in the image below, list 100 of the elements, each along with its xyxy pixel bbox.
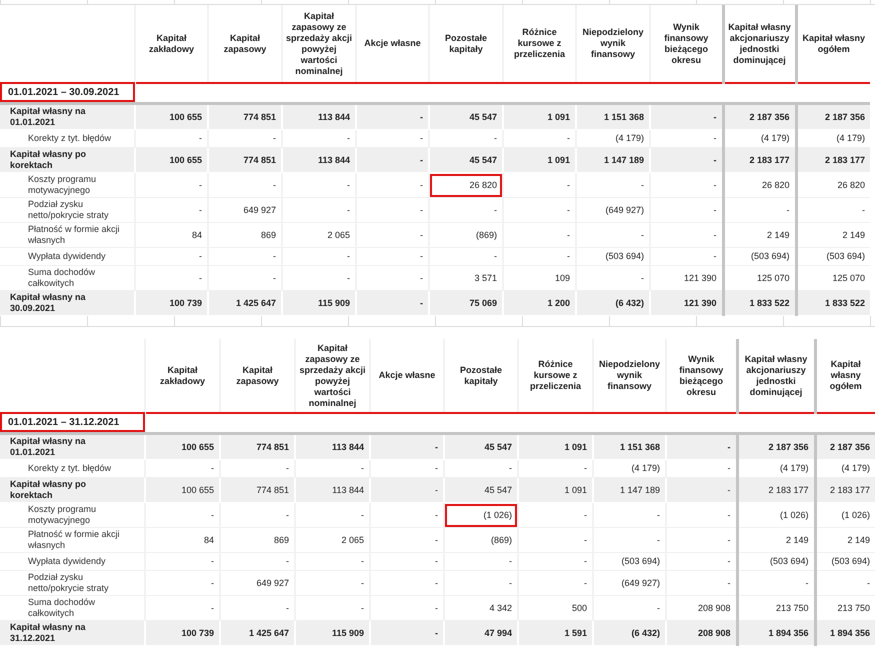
row-label: Wypłata dywidendy — [0, 248, 135, 266]
table-cell: (649 927) — [593, 570, 666, 596]
column-header: Kapitał własny akcjonariuszy jednostki dominującej — [744, 354, 808, 396]
table-cell: 1 425 647 — [220, 620, 295, 646]
table-cell: - — [593, 502, 666, 528]
row-label: Korekty z tyt. błędów — [0, 130, 135, 148]
table-cell: (6 432) — [576, 290, 650, 316]
table-cell: - — [356, 104, 429, 130]
column-header: Różnice kursowe z przeliczenia — [514, 27, 566, 59]
table-cell: 100 655 — [135, 148, 208, 172]
table-cell: 649 927 — [220, 570, 295, 596]
table-cell: - — [666, 502, 737, 528]
table-cell: 1 833 522 — [796, 290, 870, 316]
table-cell: 47 994 — [444, 620, 518, 646]
table-cell: - — [282, 172, 356, 198]
period-label: 01.01.2021 – 30.09.2021 — [0, 82, 135, 102]
table-cell: - — [650, 198, 723, 222]
row-label: Kapitał własny na 31.12.2021 — [0, 620, 145, 646]
table-cell: 2 065 — [295, 528, 370, 552]
row-label: Suma dochodów całkowitych — [0, 266, 135, 290]
table-cell: - — [356, 148, 429, 172]
table-cell: - — [576, 172, 650, 198]
column-header: Niepodzielony wynik finansowy — [582, 27, 644, 59]
table-cell: 2 187 356 — [723, 104, 796, 130]
table-cell: 115 909 — [295, 620, 370, 646]
table-cell: (649 927) — [576, 198, 650, 222]
table-cell: 1 894 356 — [737, 620, 815, 646]
table-cell: 100 739 — [135, 290, 208, 316]
table-cell: 2 187 356 — [815, 434, 875, 460]
table-cell: - — [356, 248, 429, 266]
table-cell: (503 694) — [593, 552, 666, 570]
column-header: Kapitał własny akcjonariuszy jednostki dominującej — [728, 22, 791, 64]
table-cell: 100 739 — [145, 620, 220, 646]
column-header: Wynik finansowy bieżącego okresu — [664, 22, 708, 64]
table-cell: 2 187 356 — [796, 104, 870, 130]
table-cell: 774 851 — [220, 478, 295, 502]
table-cell: 2 065 — [282, 222, 356, 248]
table-cell: 1 833 522 — [723, 290, 796, 316]
column-header: Kapitał zapasowy ze sprzedaży akcji powyżej wartości nominalnej — [286, 10, 352, 76]
table-cell: 208 908 — [666, 620, 737, 646]
table-cell: (1 026) — [815, 502, 875, 528]
column-header: Różnice kursowe z przeliczenia — [530, 359, 582, 391]
column-header: Kapitał zakładowy — [148, 32, 194, 54]
table-cell: - — [356, 290, 429, 316]
table-cell: - — [282, 198, 356, 222]
column-header: Kapitał własny ogółem — [802, 32, 866, 54]
table-cell: - — [796, 198, 870, 222]
table-cell: 869 — [208, 222, 282, 248]
table-cell: 75 069 — [429, 290, 503, 316]
table-cell: - — [429, 248, 503, 266]
table-cell: - — [145, 570, 220, 596]
table-cell: (503 694) — [815, 552, 875, 570]
table-cell: - — [356, 222, 429, 248]
table-cell: - — [503, 172, 576, 198]
row-label: Kapitał własny na 01.01.2021 — [0, 434, 145, 460]
table-cell: 26 820 — [429, 172, 503, 198]
row-label: Kapitał własny na 01.01.2021 — [0, 104, 135, 130]
table-cell: 649 927 — [208, 198, 282, 222]
table-cell: - — [208, 172, 282, 198]
column-header: Niepodzielony wynik finansowy — [598, 359, 660, 391]
table-cell: (503 694) — [796, 248, 870, 266]
table-cell: 113 844 — [295, 478, 370, 502]
table-cell: 2 149 — [815, 528, 875, 552]
row-label: Kapitał własny po korektach — [0, 148, 135, 172]
table-cell: - — [650, 148, 723, 172]
table-cell: 1 591 — [518, 620, 593, 646]
table-cell: 26 820 — [796, 172, 870, 198]
table-cell: 100 655 — [145, 478, 220, 502]
table-cell: 100 655 — [145, 434, 220, 460]
table-cell: - — [356, 172, 429, 198]
row-label: Podział zysku netto/pokrycie straty — [0, 198, 135, 222]
table-cell: - — [518, 570, 593, 596]
table-cell: - — [650, 222, 723, 248]
table-cell: - — [666, 570, 737, 596]
column-header: Kapitał zapasowy ze sprzedaży akcji powyżej wartości nominalnej — [299, 342, 366, 408]
table-cell: 2 187 356 — [737, 434, 815, 460]
table-cell: - — [145, 502, 220, 528]
table-cell: - — [135, 248, 208, 266]
table-cell: - — [444, 552, 518, 570]
table-cell: - — [503, 222, 576, 248]
table-cell: - — [666, 478, 737, 502]
column-header: Pozostałe kapitały — [444, 32, 487, 54]
table-cell: - — [208, 248, 282, 266]
table-cell: 1 151 368 — [593, 434, 666, 460]
table-cell: 45 547 — [429, 148, 503, 172]
table-cell: - — [593, 528, 666, 552]
table-cell: 113 844 — [282, 104, 356, 130]
table-cell: 1 151 368 — [576, 104, 650, 130]
table-cell: 774 851 — [208, 148, 282, 172]
table-cell: 113 844 — [295, 434, 370, 460]
table-cell: - — [503, 198, 576, 222]
table-cell: 100 655 — [135, 104, 208, 130]
table-cell: 45 547 — [444, 434, 518, 460]
table-cell: 84 — [135, 222, 208, 248]
table-cell: 2 149 — [737, 528, 815, 552]
table-cell: (6 432) — [593, 620, 666, 646]
row-label: Korekty z tyt. błędów — [0, 460, 145, 478]
table-cell: 2 183 177 — [796, 148, 870, 172]
table-cell: - — [815, 570, 875, 596]
table-cell: - — [444, 570, 518, 596]
